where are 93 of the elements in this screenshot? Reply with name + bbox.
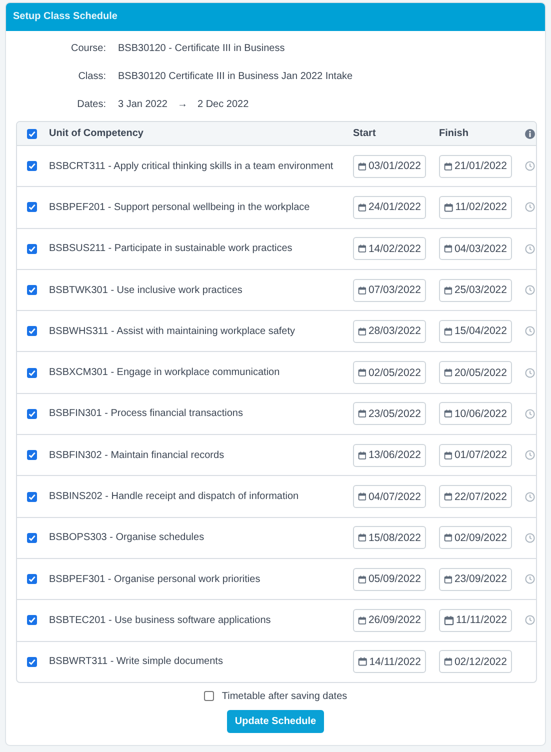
checkbox[interactable]: [27, 285, 37, 296]
date-field[interactable]: 11/02/2022: [439, 196, 512, 219]
unit-name: BSBPEF301 - Organise personal work priorities: [49, 574, 262, 585]
date-field[interactable]: 10/06/2022: [439, 402, 512, 426]
end-date: 2 Dec 2022: [198, 99, 249, 110]
calendar-icon: [444, 614, 454, 626]
date-field[interactable]: 02/12/2022: [439, 650, 512, 674]
unit-name: BSBPEF201 - Support personal wellbeing in the workplace: [49, 202, 311, 213]
checkbox[interactable]: [27, 574, 37, 584]
calendar-icon: [358, 202, 366, 213]
checkbox[interactable]: [27, 368, 37, 378]
checkbox[interactable]: [27, 408, 37, 419]
calendar-icon: [444, 656, 452, 668]
checkbox[interactable]: [204, 691, 214, 702]
date-field[interactable]: 22/07/2022: [439, 485, 512, 508]
checkbox[interactable]: [27, 326, 37, 336]
date-field[interactable]: 26/09/2022: [353, 608, 426, 632]
calendar-icon: [444, 326, 452, 337]
calendar-icon: [444, 491, 452, 502]
date-field[interactable]: 14/02/2022: [353, 237, 426, 260]
unit-name: BSBXCM301 - Engage in workplace communication: [49, 367, 281, 378]
date-field[interactable]: 23/05/2022: [353, 402, 426, 426]
date-field[interactable]: 14/11/2022: [353, 650, 426, 674]
field-label: Class:: [77, 71, 106, 82]
unit-name: BSBWHS311 - Assist with maintaining workplace safety: [49, 326, 296, 337]
unit-name: BSBSUS211 - Participate in sustainable work practices: [49, 243, 294, 254]
date-field[interactable]: 25/03/2022: [439, 278, 512, 302]
column-header: Start: [353, 128, 377, 139]
column-header: Unit of Competency: [49, 128, 144, 139]
calendar-icon: [358, 491, 366, 502]
checkbox[interactable]: [27, 244, 37, 254]
unit-name: BSBFIN302 - Maintain financial records: [49, 450, 226, 461]
arrow-icon: →: [178, 99, 188, 110]
date-field[interactable]: 07/03/2022: [353, 278, 426, 302]
calendar-icon: [444, 532, 452, 544]
unit-name: BSBFIN301 - Process financial transactions: [49, 408, 244, 420]
field-value: BSB30120 - Certificate III in Business: [118, 43, 285, 54]
date-field[interactable]: 21/01/2022: [439, 154, 512, 178]
calendar-icon: [444, 284, 452, 296]
checkbox[interactable]: [27, 161, 37, 172]
field-label: Dates:: [76, 99, 106, 110]
date-field[interactable]: 04/07/2022: [353, 485, 426, 508]
calendar-icon: [444, 367, 452, 378]
calendar-icon: [444, 574, 452, 585]
checkbox[interactable]: [27, 656, 37, 667]
calendar-icon: [358, 450, 366, 461]
calendar-icon: [358, 160, 366, 172]
calendar-icon: [358, 532, 366, 544]
calendar-icon: [444, 160, 452, 172]
checkbox[interactable]: [27, 202, 37, 212]
date-field[interactable]: 13/06/2022: [353, 444, 426, 467]
date-field[interactable]: 02/09/2022: [439, 526, 512, 550]
date-field[interactable]: 15/08/2022: [353, 526, 426, 550]
start-date: 3 Jan 2022: [118, 99, 168, 110]
checkbox[interactable]: [27, 450, 37, 460]
date-field[interactable]: 02/05/2022: [353, 361, 426, 384]
column-header: Finish: [439, 128, 470, 139]
calendar-icon: [358, 408, 366, 420]
date-field[interactable]: 03/01/2022: [353, 154, 426, 178]
checkbox[interactable]: [27, 532, 37, 543]
calendar-icon: [358, 656, 368, 668]
calendar-icon: [358, 574, 366, 585]
date-field[interactable]: 04/03/2022: [439, 237, 512, 260]
date-field[interactable]: 20/05/2022: [439, 361, 512, 384]
calendar-icon: [358, 367, 366, 378]
date-field[interactable]: 23/09/2022: [439, 568, 512, 591]
field-value: BSB30120 Certificate III in Business Jan 2022 Intake: [118, 71, 353, 82]
calendar-icon: [358, 326, 366, 337]
checkbox[interactable]: [27, 615, 37, 626]
date-field[interactable]: 11/11/2022: [439, 608, 512, 632]
unit-name: BSBCRT311 - Apply critical thinking skills in a team environment: [49, 160, 334, 172]
unit-name: BSBOPS303 - Organise schedules: [49, 532, 206, 544]
calendar-icon: [358, 284, 366, 296]
unit-name: BSBTEC201 - Use business software applications: [49, 614, 272, 626]
date-field[interactable]: 05/09/2022: [353, 568, 426, 591]
date-field[interactable]: 24/01/2022: [353, 196, 426, 219]
date-field[interactable]: 28/03/2022: [353, 320, 426, 343]
date-field[interactable]: 01/07/2022: [439, 444, 512, 467]
unit-name: BSBTWK301 - Use inclusive work practices: [49, 284, 244, 296]
calendar-icon: [444, 450, 452, 461]
unit-name: BSBWRT311 - Write simple documents: [49, 656, 224, 668]
date-field[interactable]: 15/04/2022: [439, 320, 512, 343]
panel-title: Setup Class Schedule: [6, 3, 545, 31]
calendar-icon: [444, 408, 452, 420]
unit-name: BSBINS202 - Handle receipt and dispatch of information: [49, 491, 300, 502]
field-label: Course:: [70, 43, 106, 54]
calendar-icon: [444, 202, 454, 213]
checkbox[interactable]: [27, 128, 37, 138]
calendar-icon: [358, 614, 366, 626]
checkbox[interactable]: [27, 492, 37, 502]
calendar-icon: [444, 243, 452, 254]
calendar-icon: [358, 243, 366, 254]
option-label: Timetable after saving dates: [222, 690, 348, 702]
